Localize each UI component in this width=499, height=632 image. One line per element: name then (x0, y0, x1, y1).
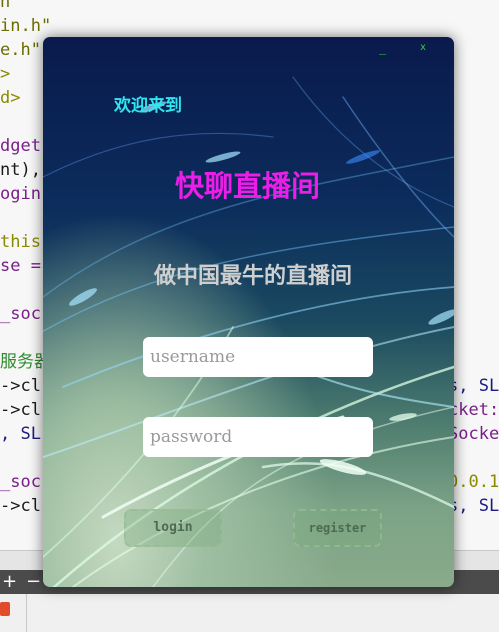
code-line: , SL (0, 424, 41, 444)
code-line: ->cl (0, 400, 41, 420)
close-button[interactable]: x (420, 42, 426, 53)
code-line: e.h" (0, 40, 41, 60)
add-button[interactable]: + (2, 572, 17, 592)
password-input[interactable] (143, 417, 373, 457)
code-line: Socke (448, 424, 499, 444)
code-line: ->cl (0, 376, 41, 396)
code-line: cket: (448, 400, 499, 420)
code-line: h" (0, 0, 21, 12)
remove-button[interactable]: − (26, 572, 41, 592)
code-line: ->cl (0, 496, 41, 516)
code-line: > (0, 64, 11, 84)
room-title: 快聊直播间 (175, 169, 321, 203)
slogan-label: 做中国最牛的直播间 (154, 264, 353, 289)
background-light-streaks (43, 76, 454, 587)
code-line: dget (0, 136, 41, 156)
code-line: in.h" (0, 16, 52, 36)
code-line: _soc (0, 472, 41, 492)
username-input[interactable] (143, 337, 373, 377)
register-button[interactable]: register (293, 509, 382, 547)
code-line: nt), (0, 160, 41, 180)
code-line: ogin (0, 184, 41, 204)
tab-divider (26, 594, 27, 632)
code-line: d> (0, 88, 21, 108)
close-tab-icon[interactable] (0, 602, 10, 616)
code-line: s, SL (448, 376, 499, 396)
tab-bar (0, 594, 499, 632)
code-line: this (0, 232, 41, 252)
code-line: se = (0, 256, 41, 276)
welcome-label: 欢迎来到 (114, 96, 182, 116)
login-window: _ x 欢迎来到 快聊直播间 做中国最牛的直播间 login register (43, 37, 454, 587)
login-button[interactable]: login (124, 509, 222, 547)
code-line: 0.0.1 (448, 472, 499, 492)
code-line: _soc (0, 304, 41, 324)
minimize-button[interactable]: _ (379, 41, 386, 55)
code-line: s, SL (448, 496, 499, 516)
